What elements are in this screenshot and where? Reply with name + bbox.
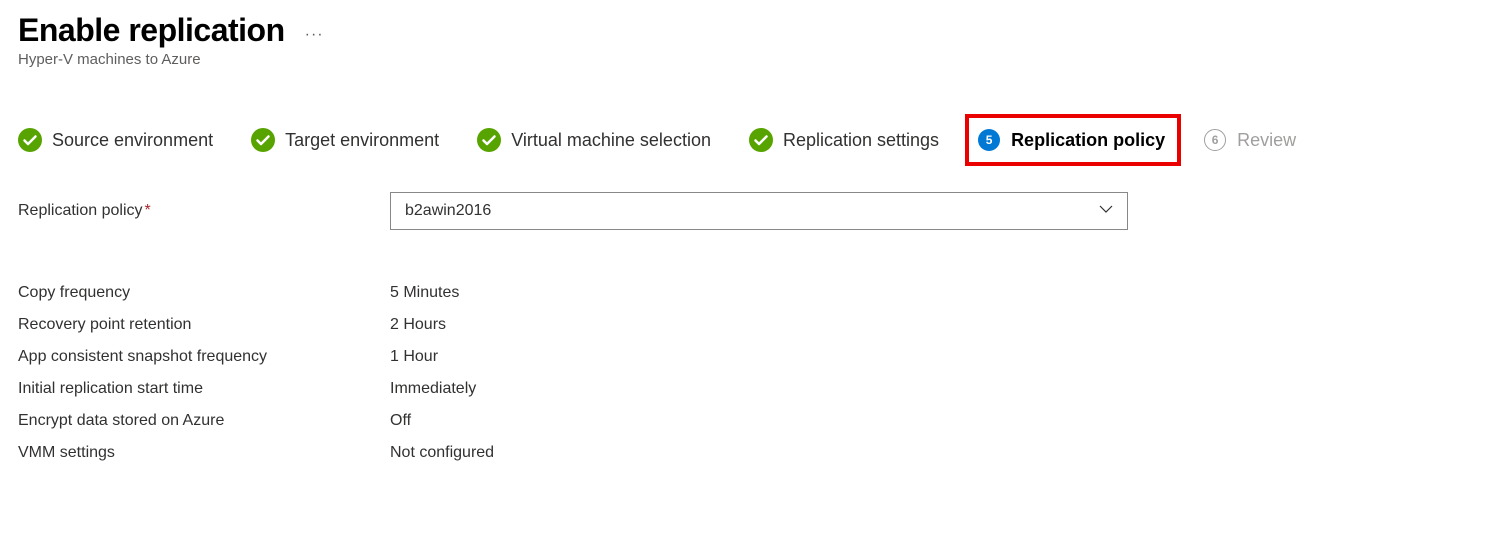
step-label: Review [1237,130,1296,151]
setting-value: 5 Minutes [390,284,459,302]
step-label: Target environment [285,130,439,151]
setting-value: Immediately [390,380,476,398]
step-review[interactable]: 6 Review [1203,128,1296,152]
replication-policy-dropdown[interactable]: b2awin2016 [390,192,1128,230]
chevron-down-icon [1099,202,1113,221]
page-subtitle: Hyper-V machines to Azure [18,51,1470,68]
wizard-steps: Source environment Target environment Vi… [18,128,1470,152]
setting-label: Initial replication start time [18,380,390,398]
setting-encrypt-data: Encrypt data stored on Azure Off [18,412,1470,430]
setting-copy-frequency: Copy frequency 5 Minutes [18,284,1470,302]
setting-recovery-point-retention: Recovery point retention 2 Hours [18,316,1470,334]
setting-value: Off [390,412,411,430]
step-target-environment[interactable]: Target environment [251,128,439,152]
step-label: Replication settings [783,130,939,151]
check-icon [18,128,42,152]
step-number-icon: 5 [977,128,1001,152]
check-icon [251,128,275,152]
setting-value: Not configured [390,444,494,462]
dropdown-value: b2awin2016 [405,202,1099,220]
setting-label: Recovery point retention [18,316,390,334]
step-source-environment[interactable]: Source environment [18,128,213,152]
step-label: Replication policy [1011,130,1165,151]
more-icon[interactable]: ··· [305,18,324,44]
step-replication-policy[interactable]: 5 Replication policy [965,114,1181,166]
setting-value: 2 Hours [390,316,446,334]
replication-policy-row: Replication policy* b2awin2016 [18,192,1470,230]
step-number-icon: 6 [1203,128,1227,152]
step-label: Source environment [52,130,213,151]
check-icon [477,128,501,152]
step-replication-settings[interactable]: Replication settings [749,128,939,152]
replication-policy-label: Replication policy* [18,202,390,220]
setting-label: VMM settings [18,444,390,462]
policy-settings: Copy frequency 5 Minutes Recovery point … [18,284,1470,462]
setting-snapshot-frequency: App consistent snapshot frequency 1 Hour [18,348,1470,366]
setting-label: App consistent snapshot frequency [18,348,390,366]
setting-vmm-settings: VMM settings Not configured [18,444,1470,462]
step-virtual-machine-selection[interactable]: Virtual machine selection [477,128,711,152]
page-title: Enable replication [18,12,285,49]
required-indicator: * [145,202,151,219]
setting-initial-replication-start: Initial replication start time Immediate… [18,380,1470,398]
setting-label: Copy frequency [18,284,390,302]
check-icon [749,128,773,152]
step-label: Virtual machine selection [511,130,711,151]
setting-label: Encrypt data stored on Azure [18,412,390,430]
label-text: Replication policy [18,202,143,219]
setting-value: 1 Hour [390,348,438,366]
